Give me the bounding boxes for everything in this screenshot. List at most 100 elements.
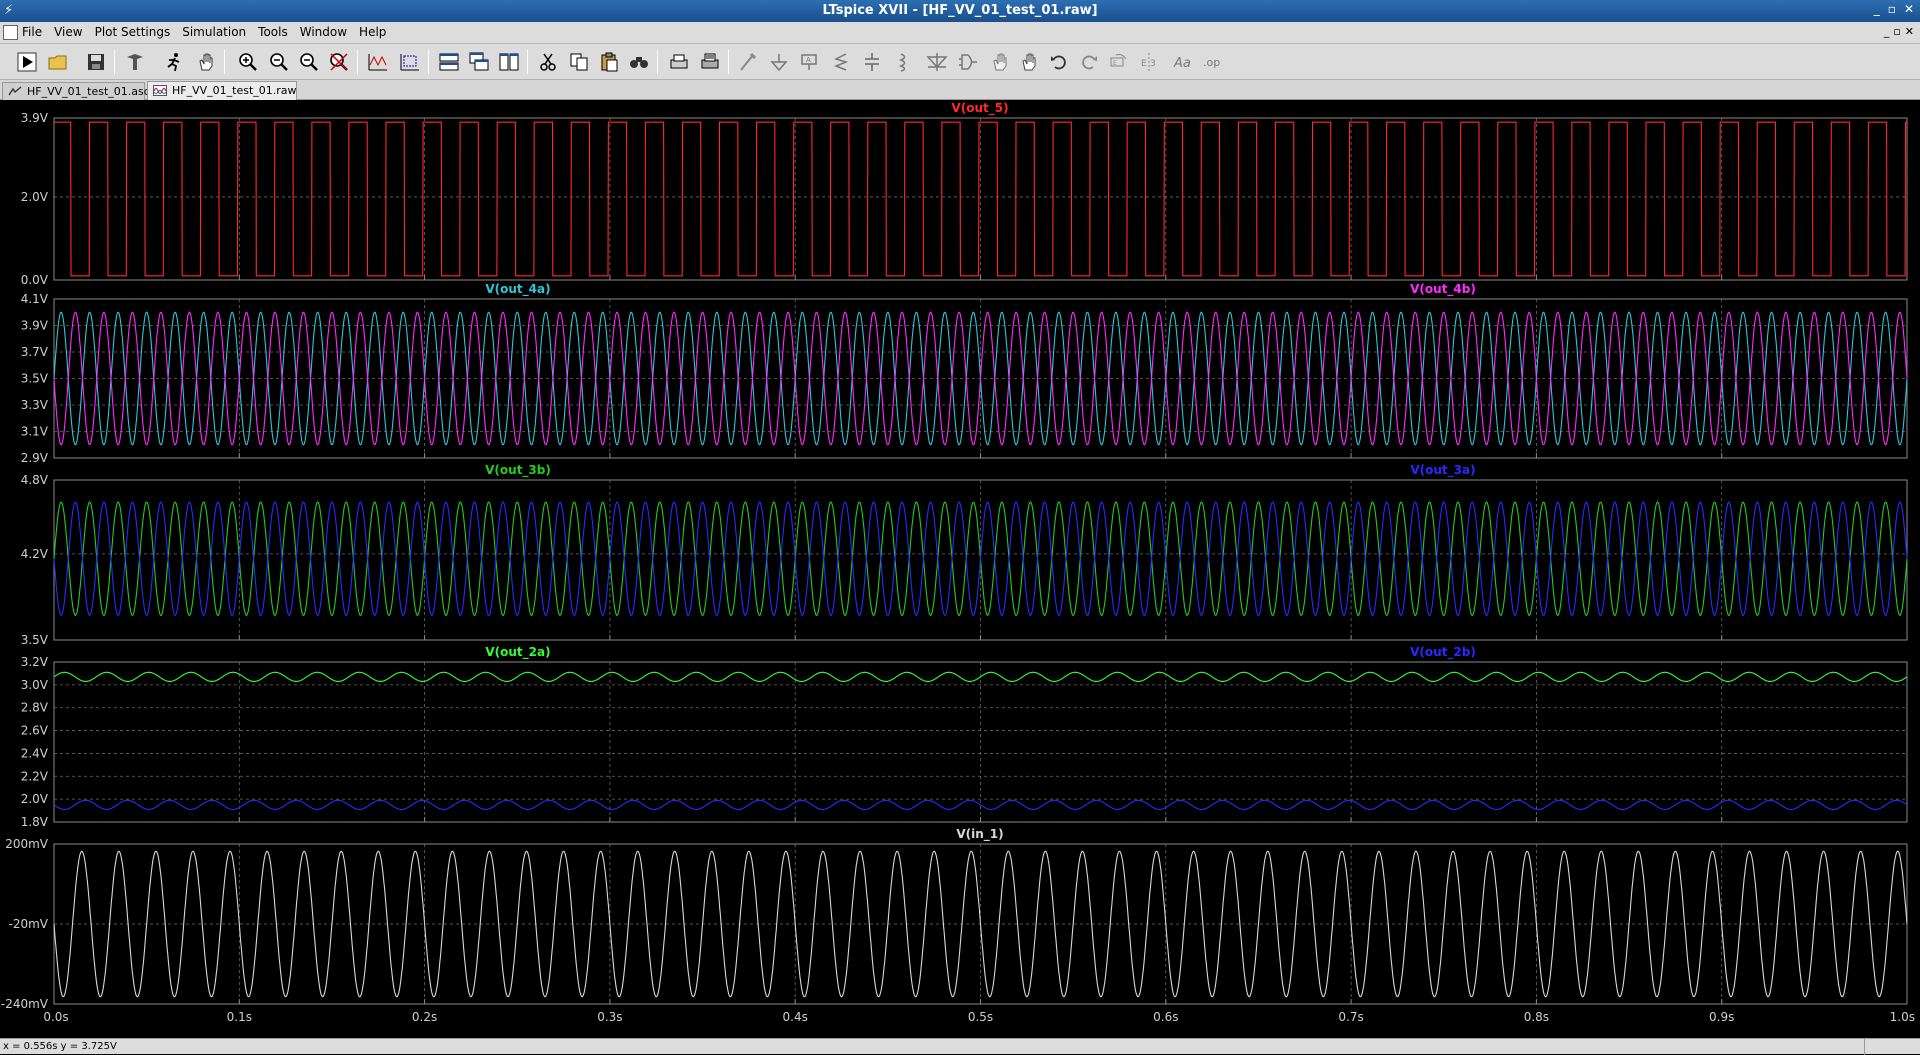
diode-icon[interactable] (924, 49, 950, 75)
halt-icon[interactable] (161, 49, 187, 75)
mdi-restore-button[interactable]: ▫ (1893, 25, 1900, 38)
tile-horizontal-icon[interactable] (436, 49, 462, 75)
cut-icon[interactable] (535, 49, 561, 75)
x-tick-label: 0.2s (412, 1010, 437, 1024)
paste-icon[interactable] (596, 49, 622, 75)
text-icon[interactable]: Aa (1170, 49, 1196, 75)
print-icon[interactable] (697, 49, 723, 75)
close-button[interactable]: ✕ (1904, 2, 1914, 16)
label-net-icon[interactable]: A (797, 49, 823, 75)
toolbar-separator (428, 50, 429, 74)
trace-label[interactable]: V(out_3b) (485, 463, 551, 478)
trace-label[interactable]: V(out_2b) (1410, 645, 1476, 660)
move-icon[interactable] (987, 49, 1013, 75)
autorange-icon[interactable] (365, 49, 391, 75)
x-tick-label: 0.8s (1524, 1010, 1549, 1024)
zoom-cancel-icon[interactable] (326, 49, 352, 75)
cursor-readout: x = 0.556s y = 3.725V (3, 1041, 117, 1052)
trace-label[interactable]: V(out_4a) (485, 282, 550, 297)
menu-view[interactable]: View (54, 25, 82, 39)
maximize-button[interactable]: ▫ (1888, 2, 1896, 16)
save-icon[interactable] (83, 49, 109, 75)
y-tick-label: 4.8V (21, 473, 49, 487)
menu-bar: File View Plot Settings Simulation Tools… (0, 22, 1920, 44)
x-tick-label: 0.1s (227, 1010, 252, 1024)
menu-file[interactable]: File (22, 25, 42, 39)
trace-label[interactable]: V(out_4b) (1410, 282, 1476, 297)
drag-icon[interactable] (1016, 49, 1042, 75)
ground-icon[interactable] (766, 49, 792, 75)
undo-icon[interactable] (1046, 49, 1072, 75)
menu-help[interactable]: Help (359, 25, 386, 39)
waveform-viewer[interactable]: 3.9V 2.0V 0.0V V(out_5) 4.1V 3.9V 3.7V 3.5V 3.3V… (0, 100, 1920, 1038)
y-tick-label: 3.2V (21, 655, 49, 669)
trace-label[interactable]: V(out_5) (951, 101, 1008, 116)
toolbar-separator (114, 50, 115, 74)
plot-pane[interactable]: 4.8V 4.2V 3.5V V(out_3b) V(out_3a) (21, 463, 1908, 647)
x-tick-label: 0.6s (1153, 1010, 1178, 1024)
open-icon[interactable] (45, 49, 71, 75)
mdi-minimize-button[interactable]: _ (1884, 25, 1890, 38)
x-tick-label: 0.4s (783, 1010, 808, 1024)
y-tick-label: 2.6V (21, 724, 49, 738)
spice-directive-icon[interactable]: .op (1200, 49, 1226, 75)
waveform-icon (153, 85, 167, 96)
resistor-icon[interactable] (828, 49, 854, 75)
y-tick-label: 3.9V (21, 319, 49, 333)
y-tick-label: 0.0V (21, 273, 49, 287)
x-tick-label: 0.5s (968, 1010, 993, 1024)
y-tick-label: 3.5V (21, 372, 49, 386)
tile-vertical-icon[interactable] (496, 49, 522, 75)
zoom-rect-icon[interactable] (397, 49, 423, 75)
y-tick-label: -20mV (9, 917, 49, 931)
y-tick-label: 3.1V (21, 425, 49, 439)
toolbar-separator (357, 50, 358, 74)
plot-canvas[interactable]: 3.9V 2.0V 0.0V V(out_5) 4.1V 3.9V 3.7V 3.5V 3.3V… (0, 100, 1920, 1038)
find-icon[interactable] (626, 49, 652, 75)
redo-icon[interactable] (1076, 49, 1102, 75)
trace-label[interactable]: V(in_1) (956, 827, 1003, 842)
zoom-out-icon[interactable] (266, 49, 292, 75)
copy-icon[interactable] (566, 49, 592, 75)
y-tick-label: 1.8V (21, 815, 49, 829)
minimize-button[interactable]: _ (1874, 2, 1880, 16)
window-controls: _ ▫ ✕ (1874, 2, 1914, 16)
wire-icon[interactable] (735, 49, 761, 75)
document-icon[interactable] (3, 25, 18, 40)
menu-window[interactable]: Window (300, 25, 347, 39)
control-panel-icon[interactable] (122, 49, 148, 75)
plot-pane[interactable]: 4.1V 3.9V 3.7V 3.5V 3.3V 3.1V 2.9V V(out_4a) V(o… (21, 282, 1908, 465)
y-tick-label: -240mV (1, 997, 49, 1011)
mdi-close-button[interactable]: ✕ (1905, 25, 1914, 38)
menu-simulation[interactable]: Simulation (182, 25, 246, 39)
y-tick-label: 2.9V (21, 451, 49, 465)
run-icon[interactable] (14, 49, 40, 75)
cascade-icon[interactable] (466, 49, 492, 75)
menu-plot-settings[interactable]: Plot Settings (95, 25, 171, 39)
pan-icon[interactable] (193, 49, 219, 75)
plot-pane[interactable]: 200mV -20mV -240mV V(in_1) (1, 827, 1908, 1011)
tab-label: HF_VV_01_test_01.asc (27, 85, 150, 98)
trace-label[interactable]: V(out_2a) (485, 645, 550, 660)
mirror-icon[interactable]: E3 (1136, 49, 1162, 75)
toolbar-separator (728, 50, 729, 74)
menu-tools[interactable]: Tools (258, 25, 288, 39)
x-tick-label: 0.9s (1709, 1010, 1734, 1024)
capacitor-icon[interactable] (859, 49, 885, 75)
toolbar-separator (657, 50, 658, 74)
plot-pane[interactable]: 3.2V 3.0V 2.8V 2.6V 2.4V 2.2V 2.0V 1.8V V(out_2a… (21, 645, 1908, 829)
tab-waveform[interactable]: HF_VV_01_test_01.raw (147, 81, 297, 100)
zoom-fit-icon[interactable] (296, 49, 322, 75)
inductor-icon[interactable] (890, 49, 916, 75)
plot-pane[interactable]: 3.9V 2.0V 0.0V V(out_5) (21, 101, 1908, 287)
zoom-in-icon[interactable] (235, 49, 261, 75)
schematic-icon (8, 86, 22, 96)
tab-schematic[interactable]: HF_VV_01_test_01.asc (2, 82, 150, 100)
print-preview-icon[interactable] (666, 49, 692, 75)
component-icon[interactable] (955, 49, 981, 75)
y-tick-label: 4.2V (21, 547, 49, 561)
rotate-icon[interactable]: E (1106, 49, 1132, 75)
trace-label[interactable]: V(out_3a) (1410, 463, 1475, 478)
y-tick-label: 200mV (5, 837, 49, 851)
y-tick-label: 2.8V (21, 701, 49, 715)
